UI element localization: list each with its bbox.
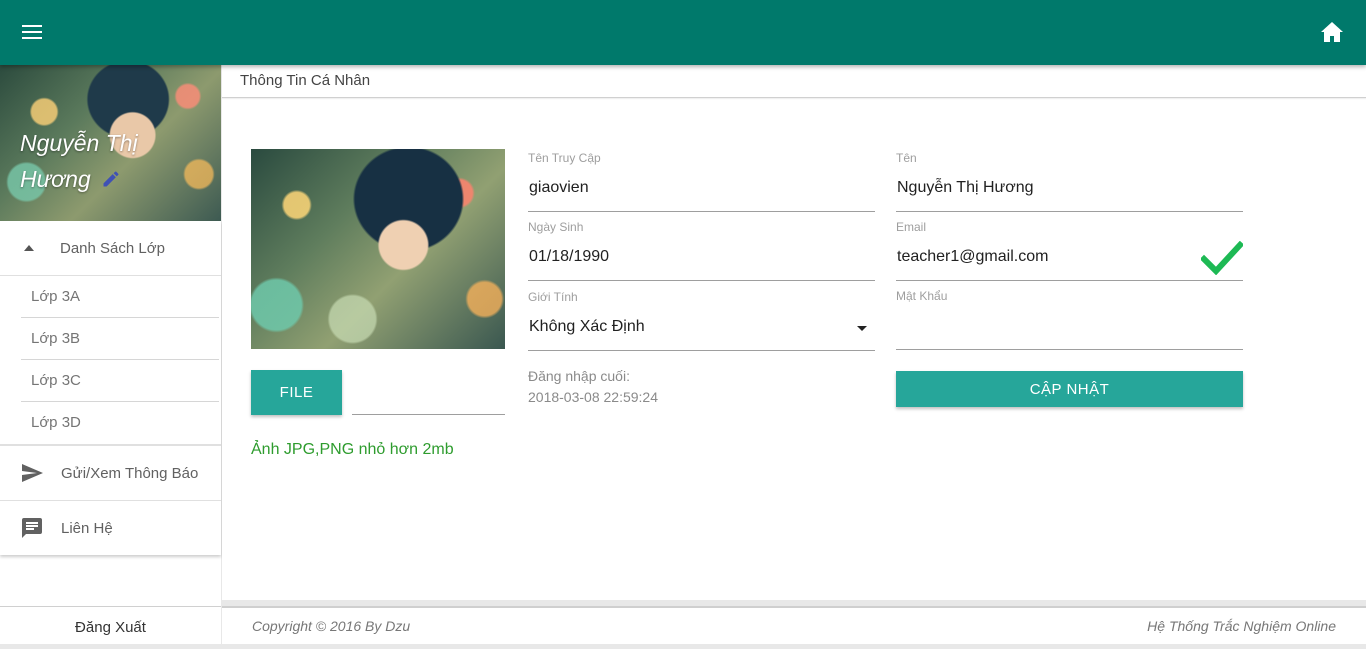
update-button[interactable]: CẬP NHẬT — [896, 371, 1243, 407]
name-field: Tên Nguyễn Thị Hương — [896, 151, 1243, 212]
system-name-text: Hệ Thống Trắc Nghiệm Online — [1147, 618, 1336, 634]
gender-select[interactable]: Không Xác Định — [528, 307, 875, 351]
chat-icon — [20, 516, 44, 540]
menu-icon[interactable] — [18, 20, 46, 44]
field-label: Email — [896, 220, 927, 234]
file-path-input[interactable] — [352, 371, 505, 415]
sidebar-item-label: Liên Hệ — [61, 519, 113, 537]
logout-button[interactable]: Đăng Xuất — [0, 606, 221, 644]
main-content: Thông Tin Cá Nhân FILE Ảnh JPG,PNG nhỏ h… — [222, 65, 1366, 600]
page-title: Thông Tin Cá Nhân — [222, 65, 1366, 98]
email-input[interactable]: teacher1@gmail.com — [897, 248, 1048, 265]
class-list-toggle[interactable]: Danh Sách Lớp — [0, 221, 221, 276]
sidebar-item-class-3b[interactable]: Lớp 3B — [21, 318, 219, 360]
birthday-field: Ngày Sinh 01/18/1990 — [528, 220, 875, 281]
class-list-group: Danh Sách Lớp Lớp 3A Lớp 3B Lớp 3C Lớp 3… — [0, 221, 221, 445]
chevron-down-icon — [857, 326, 867, 331]
last-login: Đăng nhập cuối: 2018-03-08 22:59:24 — [528, 366, 658, 408]
username-field: Tên Truy Cập giaovien — [528, 151, 875, 212]
gender-select-value: Không Xác Định — [529, 318, 645, 335]
sidebar-item-label: Gửi/Xem Thông Báo — [61, 464, 199, 482]
last-login-label: Đăng nhập cuối: — [528, 368, 630, 384]
last-login-value: 2018-03-08 22:59:24 — [528, 389, 658, 405]
footer: Copyright © 2016 By Dzu Hệ Thống Trắc Ng… — [222, 606, 1366, 644]
field-label: Tên — [896, 151, 917, 165]
name-input[interactable]: Nguyễn Thị Hương — [896, 168, 1243, 212]
password-field: Mật Khẩu — [896, 289, 1243, 350]
gender-field: Giới Tính Không Xác Định — [528, 290, 875, 351]
sidebar-item-contact[interactable]: Liên Hệ — [0, 500, 221, 555]
send-icon — [20, 461, 44, 485]
email-input-wrapper[interactable]: teacher1@gmail.com — [896, 237, 1245, 281]
field-label: Ngày Sinh — [528, 220, 584, 234]
avatar-image — [251, 149, 505, 349]
email-field: Email teacher1@gmail.com — [896, 220, 1245, 281]
home-icon[interactable] — [1320, 21, 1344, 43]
birthday-input[interactable]: 01/18/1990 — [528, 237, 875, 281]
file-note: Ảnh JPG,PNG nhỏ hơn 2mb — [251, 441, 454, 458]
caret-up-icon — [24, 245, 34, 251]
file-upload-button[interactable]: FILE — [251, 370, 342, 415]
sidebar-nav: Danh Sách Lớp Lớp 3A Lớp 3B Lớp 3C Lớp 3… — [0, 221, 221, 555]
class-list-label: Danh Sách Lớp — [60, 239, 165, 257]
sidebar-item-class-3c[interactable]: Lớp 3C — [21, 360, 219, 402]
password-input[interactable] — [896, 306, 1243, 350]
sidebar-item-class-3d[interactable]: Lớp 3D — [21, 402, 219, 444]
pencil-icon[interactable] — [101, 163, 121, 199]
sidebar: Nguyễn Thị Hương Danh Sách Lớp Lớp 3A Lớ… — [0, 65, 221, 644]
field-label: Mật Khẩu — [896, 289, 948, 303]
top-app-bar — [0, 0, 1366, 65]
field-label: Tên Truy Cập — [528, 151, 601, 165]
check-icon — [1199, 240, 1245, 291]
sidebar-item-notifications[interactable]: Gửi/Xem Thông Báo — [0, 445, 221, 500]
username-input[interactable]: giaovien — [528, 168, 875, 212]
field-label: Giới Tính — [528, 290, 578, 304]
copyright-text: Copyright © 2016 By Dzu — [252, 618, 411, 634]
profile-card: Nguyễn Thị Hương — [0, 65, 221, 221]
sidebar-item-class-3a[interactable]: Lớp 3A — [21, 276, 219, 318]
